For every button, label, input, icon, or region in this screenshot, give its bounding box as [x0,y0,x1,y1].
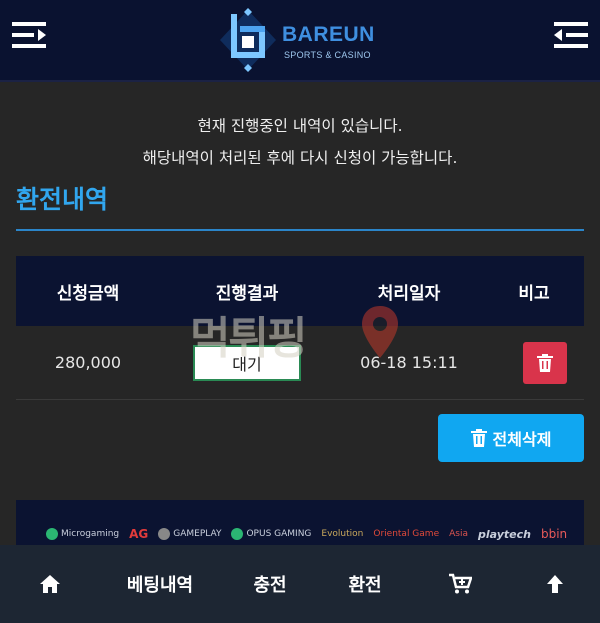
header-amount: 신청금액 [56,283,120,304]
nav-deposit[interactable]: 충전 [220,545,320,623]
arrow-up-icon [547,575,563,593]
notice-line-2: 해당내역이 처리된 후에 다시 신청이 가능합니다. [142,149,458,167]
pending-notice: 현재 진행중인 내역이 있습니다. 해당내역이 처리된 후에 다시 신청이 가능… [0,110,600,174]
withdraw-history-table: 신청금액 진행결과 처리일자 비고 280,000 대기 06-18 15:11 [16,256,584,400]
partner-logo: Asia [449,529,468,539]
menu-close-button[interactable] [552,20,588,50]
cart-icon [449,573,472,594]
nav-home[interactable] [0,545,100,623]
partner-logo: playtech [477,527,531,541]
cell-date: 06-18 15:11 [360,353,458,372]
header-status: 진행결과 [215,283,279,304]
top-header: BAREUN SPORTS & CASINO [0,0,600,82]
page-title: 환전내역 [16,185,109,214]
delete-row-button[interactable] [523,341,567,384]
cell-status: 대기 [160,344,334,381]
logo-mark-icon [220,8,276,72]
partner-logo: bbin [540,527,568,541]
nav-scroll-top[interactable] [510,545,600,623]
status-badge: 대기 [193,344,301,381]
table-row: 280,000 대기 06-18 15:11 [16,326,584,400]
menu-icon [12,22,46,48]
cell-action [484,341,584,384]
trash-icon [537,353,553,372]
partner-logo: Oriental Game [373,529,440,539]
partner-logo: Evolution [321,529,364,539]
trash-icon [470,429,487,447]
home-icon [40,575,60,593]
header-note: 비고 [518,283,550,304]
nav-bet-history[interactable]: 베팅내역 [100,545,220,623]
partner-logos: Microgaming AG GAMEPLAY OPUS GAMING Evol… [46,524,568,544]
notice-line-1: 현재 진행중인 내역이 있습니다. [197,117,403,135]
nav-withdraw[interactable]: 환전 [320,545,410,623]
menu-collapse-icon [554,22,588,48]
partner-logo: OPUS GAMING [231,528,311,540]
brand-subtitle: SPORTS & CASINO [284,50,371,60]
partner-logo: GAMEPLAY [158,528,221,540]
header-date: 처리일자 [377,283,441,304]
menu-open-button[interactable] [12,20,48,50]
cell-amount: 280,000 [54,353,122,372]
delete-all-button[interactable]: 전체삭제 [438,414,584,462]
partners-strip: Microgaming AG GAMEPLAY OPUS GAMING Evol… [16,500,584,546]
nav-cart[interactable] [410,545,510,623]
bottom-nav: 베팅내역 충전 환전 [0,545,600,623]
brand-name: BAREUN [282,23,375,46]
title-divider [16,229,584,231]
partner-logo: AG [129,527,149,541]
brand-logo[interactable]: BAREUN SPORTS & CASINO [218,8,388,72]
table-header: 신청금액 진행결과 처리일자 비고 [16,256,584,326]
partner-logo: Microgaming [46,528,119,540]
delete-all-label: 전체삭제 [492,430,552,449]
